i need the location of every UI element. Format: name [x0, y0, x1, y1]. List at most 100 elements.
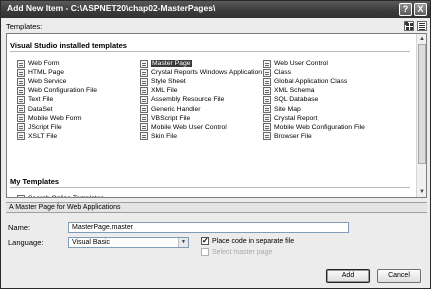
- template-item[interactable]: XML File: [140, 86, 178, 95]
- template-item[interactable]: XSLT File: [17, 132, 57, 141]
- template-item[interactable]: Class: [263, 68, 291, 77]
- template-item[interactable]: SQL Database: [263, 95, 318, 104]
- class-icon: [263, 68, 271, 77]
- xml-schema-icon: [263, 86, 271, 95]
- web-config-icon: [17, 86, 25, 95]
- master-page-icon: [140, 59, 148, 68]
- template-item-label: Web Configuration File: [28, 87, 98, 95]
- template-item[interactable]: Style Sheet: [140, 77, 186, 86]
- template-item-label: Crystal Reports Windows Application: [151, 69, 263, 77]
- web-service-icon: [17, 77, 25, 86]
- template-item-label: Web User Control: [274, 60, 328, 67]
- language-select[interactable]: Visual Basic ▼: [68, 237, 189, 248]
- templates-label: Templates:: [6, 22, 43, 31]
- place-code-checkbox[interactable]: [201, 236, 209, 245]
- text-file-icon: [17, 95, 25, 104]
- large-icons-view-icon[interactable]: [404, 21, 414, 31]
- xslt-file-icon: [17, 132, 25, 141]
- template-item[interactable]: VBScript File: [140, 114, 190, 123]
- template-item-label: Web Form: [28, 60, 60, 67]
- web-user-control-icon: [263, 59, 271, 68]
- template-item[interactable]: Master Page: [140, 59, 192, 68]
- template-item-label: Search Online Templates...: [28, 195, 109, 197]
- template-item[interactable]: DataSet: [17, 105, 53, 114]
- template-item-label: Assembly Resource File: [151, 96, 225, 104]
- small-icons-view-icon[interactable]: [417, 21, 427, 31]
- template-item-label: Text File: [28, 96, 54, 104]
- template-item[interactable]: Global Application Class: [263, 77, 347, 86]
- template-item[interactable]: Mobile Web Form: [17, 114, 82, 123]
- name-field[interactable]: MasterPage.master: [68, 222, 349, 233]
- crystal-report-icon: [263, 114, 271, 123]
- template-item[interactable]: HTML Page: [17, 68, 64, 77]
- crystal-reports-icon: [140, 68, 148, 77]
- sql-database-icon: [263, 95, 271, 104]
- mobile-web-config-icon: [263, 123, 271, 132]
- assembly-resource-icon: [140, 95, 148, 104]
- template-item[interactable]: Skin File: [140, 132, 177, 141]
- template-item[interactable]: Crystal Reports Windows Application: [140, 68, 262, 77]
- browser-file-icon: [263, 132, 271, 141]
- template-item[interactable]: JScript File: [17, 123, 62, 132]
- template-item[interactable]: Generic Handler: [140, 105, 201, 114]
- template-item[interactable]: XML Schema: [263, 86, 315, 95]
- name-label: Name:: [8, 223, 31, 232]
- template-item-label: Generic Handler: [151, 105, 201, 113]
- template-item-label: Browser File: [274, 132, 312, 140]
- template-item-label: Mobile Web Configuration File: [274, 123, 365, 131]
- scroll-down-icon[interactable]: ▼: [418, 188, 426, 196]
- search-online-templates-icon: [17, 194, 25, 197]
- template-item-label: JScript File: [28, 123, 62, 131]
- template-item[interactable]: Text File: [17, 95, 53, 104]
- section-divider: [10, 51, 410, 52]
- scroll-up-icon[interactable]: ▲: [418, 35, 426, 43]
- chevron-down-icon[interactable]: ▼: [178, 238, 188, 247]
- template-item[interactable]: Assembly Resource File: [140, 95, 224, 104]
- template-item[interactable]: Web User Control: [263, 59, 328, 68]
- template-item[interactable]: Mobile Web Configuration File: [263, 123, 365, 132]
- close-button[interactable]: X: [414, 3, 427, 16]
- mobile-web-user-control-icon: [140, 123, 148, 132]
- template-item-label: XSLT File: [28, 132, 58, 140]
- template-item-label: XML File: [151, 87, 178, 95]
- language-label: Language:: [8, 238, 44, 247]
- section-divider: [10, 187, 410, 188]
- language-value: Visual Basic: [72, 239, 111, 246]
- style-sheet-icon: [140, 77, 148, 86]
- generic-handler-icon: [140, 105, 148, 113]
- select-master-checkbox[interactable]: [201, 248, 209, 256]
- template-item[interactable]: Web Service: [17, 77, 66, 86]
- template-item[interactable]: Search Online Templates...: [17, 194, 109, 197]
- place-code-label[interactable]: Place code in separate file: [212, 238, 294, 245]
- template-item-label: Style Sheet: [151, 78, 186, 86]
- template-item-label: HTML Page: [28, 69, 65, 77]
- add-button[interactable]: Add: [326, 269, 370, 283]
- mobile-web-form-icon: [17, 114, 25, 123]
- template-item-label: Web Service: [28, 78, 67, 86]
- template-item[interactable]: Browser File: [263, 132, 312, 141]
- template-item[interactable]: Mobile Web User Control: [140, 123, 227, 132]
- template-item[interactable]: Web Configuration File: [17, 86, 97, 95]
- template-item[interactable]: Web Form: [17, 59, 60, 68]
- dataset-icon: [17, 105, 25, 113]
- vertical-scrollbar[interactable]: ▲ ▼: [416, 34, 426, 197]
- site-map-icon: [263, 105, 271, 113]
- jscript-file-icon: [17, 123, 25, 132]
- template-item-label: VBScript File: [151, 114, 191, 122]
- html-page-icon: [17, 68, 25, 77]
- help-button[interactable]: ?: [399, 3, 412, 16]
- xml-file-icon: [140, 86, 148, 95]
- templates-list[interactable]: Visual Studio installed templates Web Fo…: [6, 33, 427, 198]
- template-item-label: DataSet: [28, 105, 53, 113]
- template-item-label: Site Map: [274, 105, 301, 113]
- template-item[interactable]: Site Map: [263, 105, 301, 114]
- select-master-label: Select master page: [212, 249, 273, 256]
- title-bar[interactable]: Add New Item - C:\ASPNET20\chap02-Master…: [1, 1, 430, 18]
- web-form-icon: [17, 59, 25, 68]
- scroll-thumb[interactable]: [418, 44, 426, 164]
- template-item-label: Global Application Class: [274, 78, 348, 86]
- template-item-label: Class: [274, 69, 291, 77]
- cancel-button[interactable]: Cancel: [377, 269, 421, 283]
- template-item-label: Skin File: [151, 132, 178, 140]
- template-item[interactable]: Crystal Report: [263, 114, 317, 123]
